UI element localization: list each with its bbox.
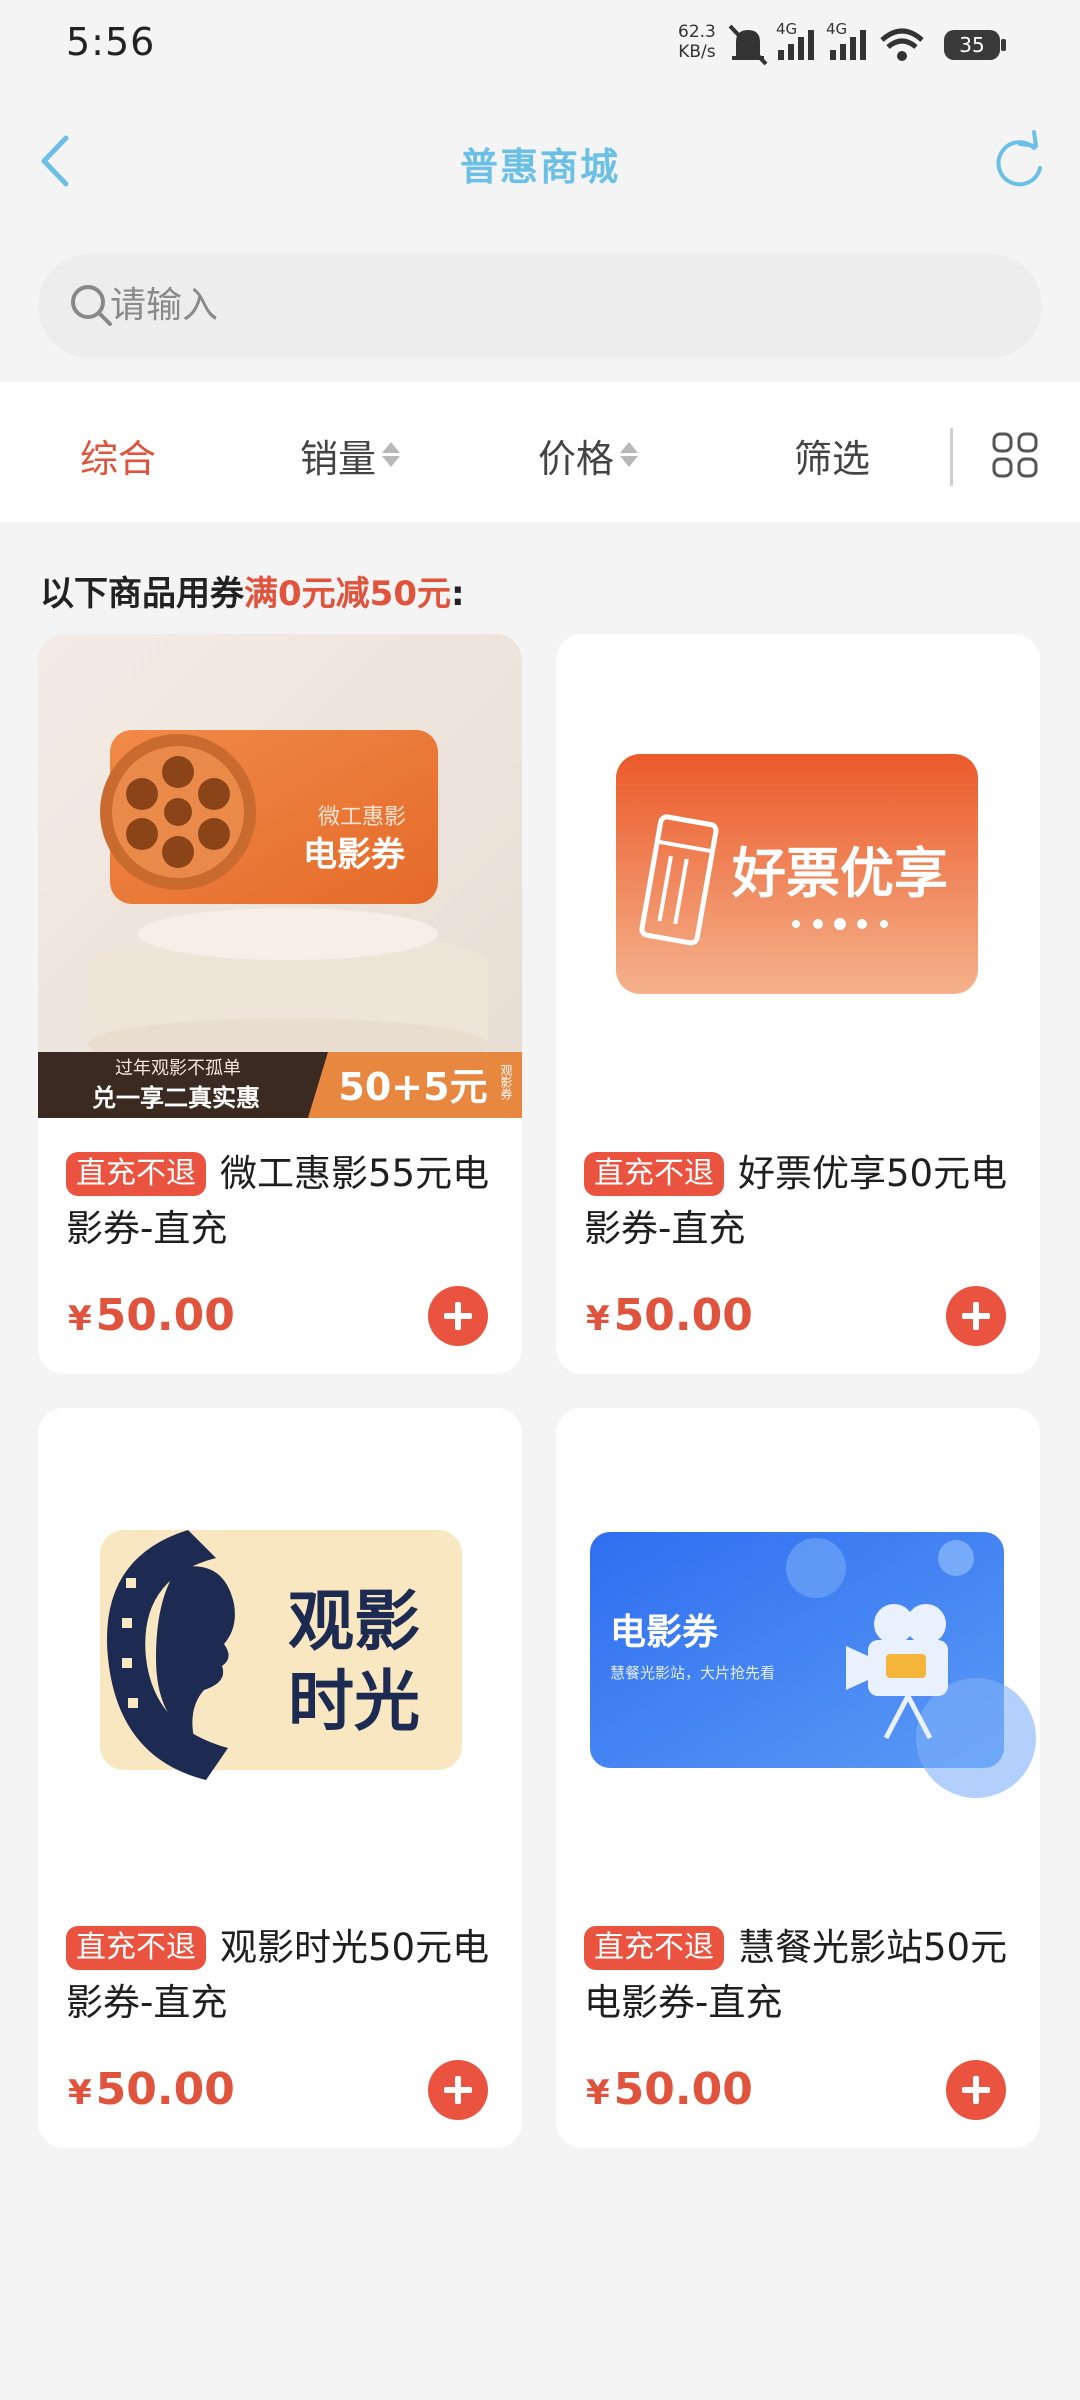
product-image: 好票优享 [556,634,1040,1118]
product-price: ¥50.00 [68,2064,235,2115]
signal-1-icon: 4G [776,20,814,60]
price-value: 50.00 [95,1290,235,1341]
image-line1: 观影 [288,1583,420,1660]
banner-top: 过年观影不孤单 [115,1058,241,1079]
product-card[interactable]: 微工惠影 电影券 过年观影不孤单 兑一享二真实惠 50+5元 观影券 直充不退微… [38,634,522,1374]
tab-price[interactable]: 价格 [538,420,639,490]
add-to-cart-button[interactable] [946,1286,1006,1346]
product-title: 直充不退 观影时光50元电影券-直充 [66,1920,506,2030]
product-image: 微工惠影 电影券 过年观影不孤单 兑一享二真实惠 50+5元 观影券 [38,634,522,1118]
search-icon [71,285,112,326]
signal-2-icon: 4G [826,20,866,60]
product-title: 直充不退 微工惠影55元电影券-直充 [66,1146,506,1256]
product-image: 电影券 慧餐光影站，大片抢先看 [556,1408,1040,1892]
currency-symbol: ¥ [586,2073,610,2113]
price-value: 50.00 [95,2064,235,2115]
mute-bell-icon [728,24,768,66]
tab-sales-label: 销量 [300,436,377,481]
grid-view-icon[interactable] [992,432,1038,478]
product-card[interactable]: 好票优享 直充不退 好票优享50元电影券-直充 ¥50.00 [556,634,1040,1374]
coupon-note-suffix: : [450,574,465,614]
banner-side: 观影券 [499,1064,513,1100]
tab-sales[interactable]: 销量 [300,420,401,490]
image-line2: 时光 [288,1663,420,1740]
sort-arrows-icon [382,440,401,470]
search-input[interactable] [110,254,990,358]
no-refund-badge: 直充不退 [66,1926,206,1970]
sort-arrows-icon [620,440,639,470]
image-sub: 慧餐光影站，大片抢先看 [610,1664,775,1682]
battery-level: 35 [959,33,984,57]
banner-price: 50+5元 [338,1065,487,1109]
product-price: ¥50.00 [586,1290,753,1341]
currency-symbol: ¥ [68,1299,92,1339]
page-title: 普惠商城 [459,145,620,189]
film-reel-icon [100,734,256,890]
currency-symbol: ¥ [586,1299,610,1339]
divider [950,428,953,486]
banner-bottom: 兑一享二真实惠 [92,1084,260,1112]
add-to-cart-button[interactable] [946,2060,1006,2120]
currency-symbol: ¥ [68,2073,92,2113]
product-image: 观影 时光 [38,1408,522,1892]
image-label: 好票优享 [731,842,948,905]
network-speed: 62.3 KB/s [678,22,716,62]
price-value: 50.00 [613,1290,753,1341]
product-price: ¥50.00 [586,2064,753,2115]
tab-comprehensive-label: 综合 [80,436,157,481]
coupon-note-highlight: 满0元减50元 [244,574,451,614]
image-brand: 微工惠影 [318,805,406,830]
product-card[interactable]: 电影券 慧餐光影站，大片抢先看 直充不退 慧餐光影站50元电影券-直充 ¥50.0… [556,1408,1040,2148]
search-bar[interactable] [38,254,1042,358]
status-bar: 5:56 62.3 KB/s 4G 4G 35 [0,0,1080,90]
status-icons: 4G 4G 35 [728,20,1006,66]
image-label: 电影券 [303,835,406,875]
price-value: 50.00 [613,2064,753,2115]
sim1-label: 4G [776,20,797,38]
wifi-icon [880,28,924,61]
refresh-icon[interactable] [990,130,1050,194]
product-title: 直充不退 慧餐光影站50元电影券-直充 [584,1920,1024,2030]
no-refund-badge: 直充不退 [66,1152,206,1196]
network-speed-value: 62.3 [678,22,716,42]
no-refund-badge: 直充不退 [584,1152,724,1196]
coupon-note-prefix: 以下商品用券 [40,574,244,614]
no-refund-badge: 直充不退 [584,1926,724,1970]
tab-price-label: 价格 [538,436,615,481]
sim2-label: 4G [826,20,847,38]
tab-comprehensive[interactable]: 综合 [80,420,156,490]
status-time: 5:56 [66,20,156,64]
product-title: 直充不退 好票优享50元电影券-直充 [584,1146,1024,1256]
battery-icon: 35 [944,30,1006,60]
tab-filter-label: 筛选 [794,436,871,481]
add-to-cart-button[interactable] [428,2060,488,2120]
tab-filter[interactable]: 筛选 [794,420,870,490]
coupon-note: 以下商品用券满0元减50元: [40,566,465,615]
product-price: ¥50.00 [68,1290,235,1341]
network-speed-unit: KB/s [678,42,716,62]
image-label: 电影券 [610,1612,719,1653]
product-card[interactable]: 观影 时光 直充不退 观影时光50元电影券-直充 ¥50.00 [38,1408,522,2148]
add-to-cart-button[interactable] [428,1286,488,1346]
